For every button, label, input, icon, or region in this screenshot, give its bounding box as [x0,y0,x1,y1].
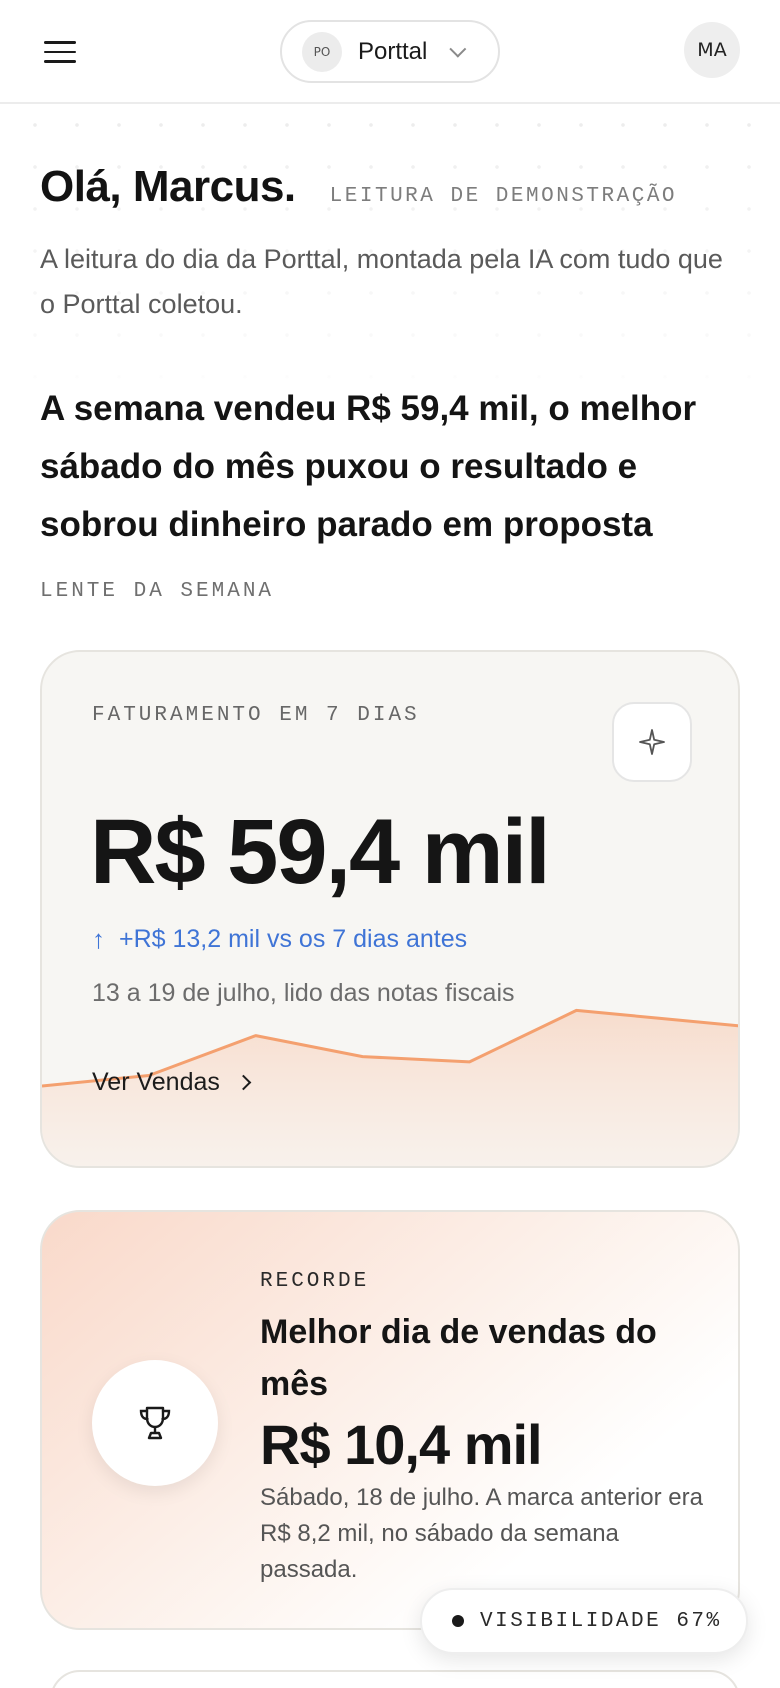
revenue-value: R$ 59,4 mil [90,801,551,903]
record-title: Melhor dia de vendas do mês [260,1313,657,1403]
organization-switcher[interactable]: PO Porttal [280,20,500,83]
revenue-period: 13 a 19 de julho, lido das notas fiscais [92,979,515,1007]
revenue-delta: ↑ +R$ 13,2 mil vs os 7 dias antes [92,924,467,955]
greeting-row: Olá, Marcus. LEITURA DE DEMONSTRAÇÃO [40,162,677,212]
demo-reading-tag: LEITURA DE DEMONSTRAÇÃO [329,185,678,208]
view-sales-label: Ver Vendas [92,1068,220,1096]
visibility-pill[interactable]: VISIBILIDADE 67% [420,1588,748,1654]
arrow-up-icon: ↑ [92,924,105,954]
top-bar: PO Porttal MA [0,0,780,104]
user-avatar[interactable]: MA [684,22,740,78]
view-sales-link[interactable]: Ver Vendas [92,1068,252,1097]
org-name: Porttal [358,37,428,65]
revenue-label: FATURAMENTO EM 7 DIAS [92,704,420,727]
weekly-headline: A semana vendeu R$ 59,4 mil, o melhor sá… [40,389,697,544]
chevron-right-icon [235,1074,252,1091]
ai-sparkle-button[interactable] [612,702,692,782]
trophy-badge [92,1360,218,1486]
record-card: RECORDE Melhor dia de vendas do mês R$ 1… [40,1210,740,1630]
next-card-peek [50,1670,740,1688]
record-description: Sábado, 18 de julho. A marca anterior er… [260,1484,703,1583]
visibility-label: VISIBILIDADE 67% [480,1609,722,1633]
chevron-down-icon [449,40,467,58]
revenue-delta-text: +R$ 13,2 mil vs os 7 dias antes [119,925,468,953]
week-lens-label: LENTE DA SEMANA [40,580,275,603]
trophy-icon [139,1406,171,1440]
hamburger-menu-icon[interactable] [36,30,84,74]
status-dot-icon [452,1615,464,1627]
greeting-intro: A leitura do dia da Porttal, montada pel… [40,244,723,319]
record-value: R$ 10,4 mil [260,1413,543,1476]
org-badge: PO [302,31,342,72]
record-label: RECORDE [260,1270,370,1293]
revenue-card: FATURAMENTO EM 7 DIAS R$ 59,4 mil ↑ +R$ … [40,650,740,1168]
greeting-title: Olá, Marcus. [40,162,296,211]
sparkle-icon [639,729,665,755]
